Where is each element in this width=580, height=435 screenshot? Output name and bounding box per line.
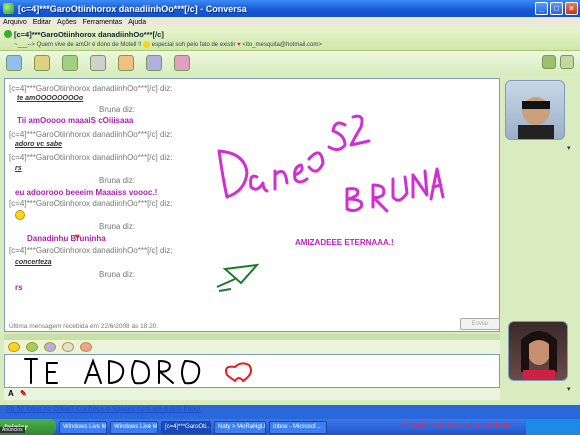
games-icon[interactable] [174, 55, 190, 71]
personal-message: ~___--> Quem vive de amOr é dono de Mote… [14, 41, 322, 49]
message-header: [c=4]***GaroOtiinhorox danadiinhOo***[/c… [9, 153, 173, 162]
handwritten-ink-drawing: AMIZADEEE ETERNAAA.! [216, 114, 445, 292]
ad-link[interactable]: Só 50 fotos no Orkut? Conheça o Spaces c… [6, 406, 201, 413]
wink-icon[interactable] [26, 342, 38, 352]
toolbar-right [542, 55, 574, 69]
activities-icon[interactable] [146, 55, 162, 71]
input-ink-drawing [24, 358, 252, 385]
menu-editar[interactable]: Editar [30, 19, 54, 26]
signature-text: GaroOtiinhorox danadiinho [402, 421, 513, 430]
font-format-icon[interactable]: A [8, 389, 14, 398]
menu-bar: Arquivo Editar Ações Ferramentas Ajuda [0, 17, 580, 27]
close-button[interactable]: × [565, 2, 578, 15]
heart-emoticon-icon: ♥ [75, 232, 80, 241]
chevron-down-icon[interactable]: ▾ [567, 385, 571, 393]
message-text: rs [15, 165, 22, 172]
message-text: adoro vc sabe [15, 141, 63, 148]
call-icon[interactable] [90, 55, 106, 71]
send-button[interactable]: Enviar [460, 318, 500, 330]
nudge-icon[interactable] [44, 342, 56, 352]
taskbar-item[interactable]: Windows Live Mes... [59, 420, 107, 434]
contact-photo [518, 97, 554, 139]
message-text: eu adoorooo beeeim Maaaiss voooc.! [15, 188, 158, 197]
my-photo [521, 331, 557, 380]
contact-email: <ito_mesquita@hotmail.com> [242, 42, 322, 49]
ads-label: Anúncios [0, 427, 25, 433]
background-icon[interactable] [62, 342, 74, 352]
sharing-icon[interactable] [118, 55, 134, 71]
menu-arquivo[interactable]: Arquivo [0, 19, 30, 26]
message-input[interactable] [4, 354, 500, 388]
menu-acoes[interactable]: Ações [54, 19, 79, 26]
message-text: rs [15, 283, 23, 292]
taskbar-item[interactable]: Windows Live Mes... [110, 420, 158, 434]
contact-name[interactable]: [c=4]***GaroOtiinhorox danadiinhOo***[/c… [14, 30, 164, 39]
online-status-icon [4, 30, 12, 38]
message-header: Bruna diz: [99, 222, 136, 231]
voice-clip-icon[interactable] [80, 342, 92, 352]
message-header: Bruna diz: [99, 105, 136, 114]
message-header: [c=4]***GaroOtiinhorox danadiinhOo***[/c… [9, 199, 173, 208]
message-header: [c=4]***GaroOtiinhorox danadiinhOo***[/c… [9, 130, 173, 139]
title-bar: [c=4]***GaroOtiinhorox danadiinhOo***[/c… [0, 0, 580, 17]
window-title: [c=4]***GaroOtiinhorox danadiinhOo***[/c… [18, 3, 247, 14]
ink-caption: AMIZADEEE ETERNAAA.! [295, 238, 394, 247]
contact-avatar[interactable] [505, 80, 565, 140]
minimize-button[interactable]: _ [535, 2, 548, 15]
menu-ajuda[interactable]: Ajuda [125, 19, 149, 26]
menu-ferramentas[interactable]: Ferramentas [80, 19, 126, 26]
smile-emoticon-icon [143, 41, 151, 48]
input-bottom-bar: A ✎ [4, 388, 500, 400]
smile-emoticon-icon [15, 210, 25, 220]
message-header: [c=4]***GaroOtiinhorox danadiinhOo***[/c… [9, 84, 173, 93]
toolbar [0, 51, 580, 75]
pen-icon[interactable] [542, 55, 556, 69]
message-text: concerteza [15, 259, 52, 266]
message-text: te amOOOOOOOOo [17, 95, 84, 102]
taskbar-item[interactable]: [c=4]***GaroOti... [161, 420, 211, 434]
contact-header: [c=4]***GaroOtiinhorox danadiinhOo***[/c… [0, 27, 580, 51]
options-icon[interactable] [560, 55, 574, 69]
message-header: Bruna diz: [99, 176, 136, 185]
last-message-time: Última mensagem recebida em 22/6/2008 às… [9, 323, 159, 330]
maximize-button[interactable]: □ [550, 2, 563, 15]
input-toolbar [4, 340, 500, 354]
system-tray [526, 419, 580, 435]
message-text: Tii amOoooo maaaiS cOiiisaaa [17, 116, 134, 125]
message-header: Bruna diz: [99, 270, 136, 279]
invite-icon[interactable] [6, 55, 22, 71]
messenger-icon [3, 3, 14, 14]
ink-pen-icon[interactable]: ✎ [20, 389, 27, 398]
conversation-pane[interactable]: [c=4]***GaroOtiinhorox danadiinhOo***[/c… [4, 78, 500, 332]
taskbar-item[interactable]: Inbox - Microsof... [269, 420, 327, 434]
emoticon-icon[interactable] [8, 342, 20, 352]
message-header: [c=4]***GaroOtiinhorox danadiinhOo***[/c… [9, 246, 173, 255]
chevron-down-icon[interactable]: ▾ [567, 144, 571, 152]
heart-emoticon-icon: ♥ [237, 42, 241, 49]
video-icon[interactable] [62, 55, 78, 71]
my-avatar[interactable] [508, 321, 568, 381]
send-files-icon[interactable] [34, 55, 50, 71]
taskbar-item[interactable]: Naty > MoRaNgUi... [214, 420, 266, 434]
message-text: Danadinhu Bruninha [27, 234, 106, 243]
